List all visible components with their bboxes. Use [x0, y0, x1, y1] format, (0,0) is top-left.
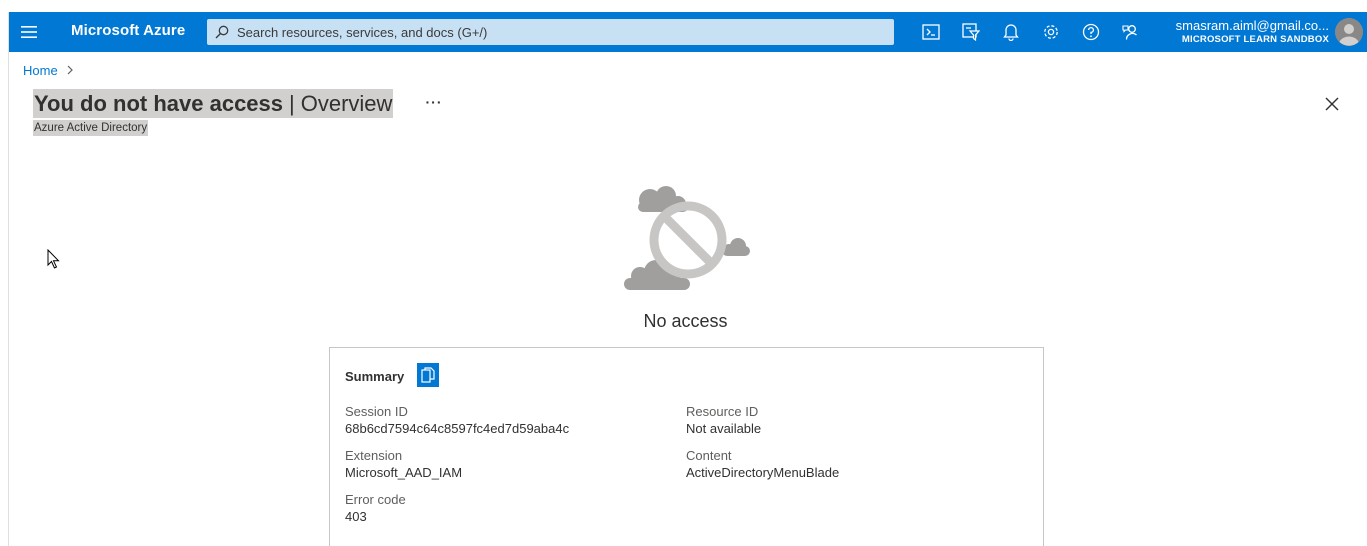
- resource-id-field: Resource ID Not available: [686, 403, 761, 437]
- copy-icon: [421, 367, 435, 383]
- resource-id-value: Not available: [686, 421, 762, 436]
- summary-title: Summary: [345, 369, 405, 384]
- top-navigation-bar: Microsoft Azure smasram.aiml@gmail.co...…: [9, 12, 1367, 52]
- chevron-right-icon: [66, 63, 74, 78]
- notifications-icon[interactable]: [999, 20, 1023, 44]
- settings-icon[interactable]: [1039, 20, 1063, 44]
- search-input[interactable]: [237, 24, 877, 40]
- error-summary-panel: Summary Session ID 68b6cd7594c64c8597fc4…: [329, 347, 1044, 546]
- page-subtitle: Azure Active Directory: [33, 120, 149, 136]
- page-title-separator: |: [289, 90, 295, 116]
- account-email: smasram.aiml@gmail.co...: [1175, 18, 1329, 33]
- window-top-strip: [0, 0, 1367, 12]
- search-icon: [215, 25, 229, 39]
- session-id-label: Session ID: [345, 404, 408, 419]
- directory-filter-icon[interactable]: [959, 20, 983, 44]
- portal-brand[interactable]: Microsoft Azure: [71, 22, 185, 39]
- content-value: ActiveDirectoryMenuBlade: [686, 465, 840, 480]
- breadcrumb-home-link[interactable]: Home: [23, 63, 58, 78]
- content-label: Content: [686, 448, 732, 463]
- menu-icon[interactable]: [17, 20, 41, 44]
- no-access-text: No access: [643, 311, 728, 331]
- avatar[interactable]: [1335, 18, 1363, 46]
- error-code-field: Error code 403: [345, 491, 406, 525]
- content-field: Content ActiveDirectoryMenuBlade: [686, 447, 839, 481]
- error-code-label: Error code: [345, 492, 406, 507]
- window-left-edge: [0, 12, 9, 546]
- page-title-section: Overview: [300, 90, 393, 116]
- session-id-field: Session ID 68b6cd7594c64c8597fc4ed7d59ab…: [345, 403, 569, 437]
- global-search-box[interactable]: [207, 19, 894, 45]
- cloud-shell-icon[interactable]: [919, 20, 943, 44]
- help-icon[interactable]: [1079, 20, 1103, 44]
- account-menu[interactable]: smasram.aiml@gmail.co... MICROSOFT LEARN…: [1176, 18, 1329, 47]
- error-code-value: 403: [345, 509, 367, 524]
- extension-value: Microsoft_AAD_IAM: [345, 465, 463, 480]
- page-title: You do not have access | Overview: [33, 89, 394, 118]
- feedback-icon[interactable]: [1119, 20, 1143, 44]
- no-access-illustration-icon: [620, 180, 752, 296]
- extension-label: Extension: [345, 448, 403, 463]
- page-title-main: You do not have access: [34, 90, 284, 116]
- account-directory: MICROSOFT LEARN SANDBOX: [1181, 34, 1329, 45]
- breadcrumb: Home: [23, 63, 74, 78]
- close-blade-button[interactable]: [1322, 94, 1342, 114]
- mouse-pointer-icon: [47, 248, 60, 274]
- more-options-button[interactable]: ···: [424, 94, 444, 114]
- copy-button[interactable]: [417, 363, 439, 387]
- extension-field: Extension Microsoft_AAD_IAM: [345, 447, 462, 481]
- resource-id-label: Resource ID: [686, 404, 759, 419]
- no-access-message: No access: [0, 311, 1367, 332]
- session-id-value: 68b6cd7594c64c8597fc4ed7d59aba4c: [345, 421, 570, 436]
- close-icon: [1325, 97, 1339, 111]
